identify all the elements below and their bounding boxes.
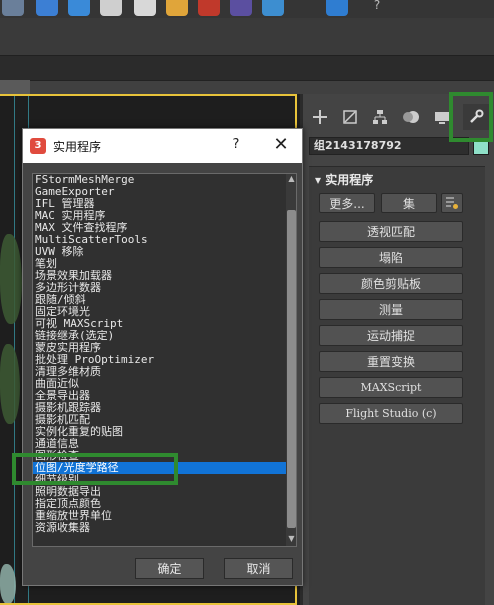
list-item[interactable]: 摄影机匹配 [33, 414, 286, 426]
list-item[interactable]: 指定顶点颜色 [33, 498, 286, 510]
rollout-title-label: 实用程序 [325, 173, 374, 187]
close-icon[interactable]: ✕ [271, 134, 291, 156]
flight-studio-button[interactable]: Flight Studio (c) [319, 403, 463, 424]
help-button[interactable]: ? [229, 137, 243, 153]
list-item[interactable]: 曲面近似 [33, 378, 286, 390]
utilities-list[interactable]: FStormMeshMerge GameExporter IFL 管理器 MAC 实用… [32, 173, 297, 547]
render-icon[interactable] [2, 0, 24, 16]
hierarchy-icon[interactable] [367, 104, 393, 130]
list-item[interactable]: MAC 实用程序 [33, 210, 286, 222]
list-item[interactable]: GameExporter [33, 186, 286, 198]
scroll-thumb[interactable] [287, 210, 296, 528]
app-logo-icon: 3 [30, 138, 46, 154]
list-item[interactable]: 批处理 ProOptimizer [33, 354, 286, 366]
dialog-title: 实用程序 [53, 140, 102, 154]
list-item[interactable]: 链接继承(选定) [33, 330, 286, 342]
modify-icon[interactable] [337, 104, 363, 130]
scroll-down-arrow-icon[interactable]: ▼ [286, 534, 296, 544]
create-icon[interactable] [307, 104, 333, 130]
list-item[interactable]: MAX 文件查找程序 [33, 222, 286, 234]
list-item[interactable]: 实例化重复的贴图 [33, 426, 286, 438]
list-item[interactable]: 全景导出器 [33, 390, 286, 402]
list-item[interactable]: 跟随/倾斜 [33, 294, 286, 306]
list-item[interactable]: UVW 移除 [33, 246, 286, 258]
help-icon[interactable]: ? [366, 0, 388, 18]
folder-icon[interactable] [166, 0, 188, 16]
list-item[interactable]: 场景效果加载器 [33, 270, 286, 282]
main-toolbar: ? [0, 0, 494, 18]
list-item[interactable]: 资源收集器 [33, 522, 286, 534]
cancel-button[interactable]: 取消 [224, 558, 293, 579]
rollout-title[interactable]: ▾ 实用程序 [315, 171, 373, 188]
list-item[interactable]: FStormMeshMerge [33, 174, 286, 186]
viewport-tabstrip [0, 80, 494, 94]
scroll-up-arrow-icon[interactable]: ▲ [286, 174, 296, 184]
list-item[interactable]: 蒙皮实用程序 [33, 342, 286, 354]
utilities-rollout: ▾ 实用程序 更多... 集 透视匹配 塌陷 颜色剪贴板 测量 运动捕捉 重置变… [309, 166, 485, 605]
teapot-icon[interactable] [100, 0, 122, 16]
list-item[interactable]: 固定环境光 [33, 306, 286, 318]
render-frame-icon[interactable] [36, 0, 58, 16]
more-button[interactable]: 更多... [319, 193, 375, 213]
secondary-toolbar [0, 18, 494, 56]
list-scrollbar[interactable]: ▲ ▼ [286, 174, 296, 546]
collapse-button[interactable]: 塌陷 [319, 247, 463, 268]
utilities-tab-highlight [449, 92, 493, 142]
render-setup-icon[interactable] [134, 0, 156, 16]
command-panel: 组2143178792 ▾ 实用程序 更多... 集 透视匹配 塌陷 颜色剪贴板… [303, 94, 494, 605]
motion-icon[interactable] [399, 104, 425, 130]
ok-button[interactable]: 确定 [135, 558, 204, 579]
list-item[interactable]: MultiScatterTools [33, 234, 286, 246]
blue-app-icon[interactable] [326, 0, 348, 16]
utilities-dialog: 3 实用程序 ? ✕ FStormMeshMerge GameExporter IF… [22, 128, 303, 586]
list-item[interactable]: 通道信息 [33, 438, 286, 450]
material-icon[interactable] [68, 0, 90, 16]
measure-button[interactable]: 测量 [319, 299, 463, 320]
configure-sets-icon[interactable] [441, 193, 463, 213]
red-app-icon[interactable] [198, 0, 220, 16]
selected-item-highlight [12, 453, 178, 485]
shield-icon[interactable] [230, 0, 252, 16]
maxscript-button[interactable]: MAXScript [319, 377, 463, 398]
list-item[interactable]: IFL 管理器 [33, 198, 286, 210]
list-item[interactable]: 重缩放世界单位 [33, 510, 286, 522]
viewport-tab[interactable] [0, 80, 30, 94]
globe-icon[interactable] [262, 0, 284, 16]
object-name-field[interactable]: 组2143178792 [309, 137, 469, 155]
list-item[interactable]: 照明数据导出 [33, 486, 286, 498]
list-item[interactable]: 可视 MAXScript [33, 318, 286, 330]
list-item[interactable]: 清理多维材质 [33, 366, 286, 378]
list-item[interactable]: 多边形计数器 [33, 282, 286, 294]
color-clipboard-button[interactable]: 颜色剪贴板 [319, 273, 463, 294]
perspective-match-button[interactable]: 透视匹配 [319, 221, 463, 242]
motion-capture-button[interactable]: 运动捕捉 [319, 325, 463, 346]
list-item[interactable]: 笔划 [33, 258, 286, 270]
reset-xform-button[interactable]: 重置变换 [319, 351, 463, 372]
dialog-titlebar[interactable]: 3 实用程序 ? ✕ [23, 129, 302, 163]
sets-button[interactable]: 集 [381, 193, 437, 213]
list-item[interactable]: 摄影机跟踪器 [33, 402, 286, 414]
